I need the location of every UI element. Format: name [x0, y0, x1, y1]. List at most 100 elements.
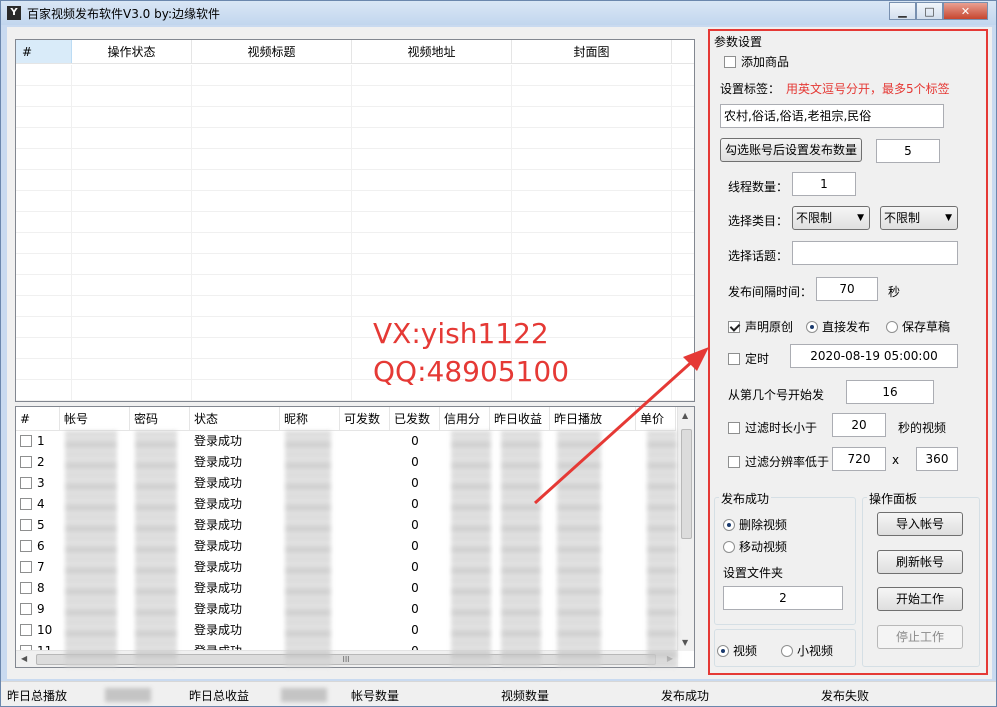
status-yesterday-income: 昨日总收益 — [189, 689, 250, 703]
row-status: 登录成功 — [194, 581, 243, 595]
timer-datetime-input[interactable]: 2020-08-19 05:00:00 — [790, 344, 958, 368]
original-checkbox[interactable]: 声明原创 — [728, 318, 793, 335]
column-header-index[interactable]: # — [16, 407, 60, 430]
close-button[interactable]: ✕ — [943, 2, 988, 20]
scroll-down-arrow-icon[interactable]: ▼ — [682, 638, 688, 647]
row-index-cell[interactable]: 5 — [16, 515, 60, 536]
row-checkbox-icon[interactable] — [20, 582, 32, 594]
add-goods-checkbox[interactable]: 添加商品 — [724, 53, 789, 70]
column-header-password[interactable]: 密码 — [130, 407, 190, 430]
interval-input[interactable]: 70 — [816, 277, 878, 301]
filter-duration-checkbox[interactable]: 过滤时长小于 — [728, 419, 817, 436]
filter-duration-input[interactable]: 20 — [832, 413, 886, 437]
category-label: 选择类目： — [728, 214, 789, 228]
video-list-header: # 操作状态 视频标题 视频地址 封面图 — [16, 40, 694, 64]
radio-icon — [723, 541, 735, 553]
maximize-button[interactable]: □ — [916, 2, 943, 20]
filter-resolution-checkbox[interactable]: 过滤分辨率低于 — [728, 453, 829, 470]
category-select-1[interactable]: 不限制 ▼ — [792, 206, 870, 230]
delete-video-label: 删除视频 — [739, 518, 788, 532]
row-index-cell[interactable]: 1 — [16, 431, 60, 452]
resolution-height-input[interactable]: 360 — [916, 447, 958, 471]
row-index-cell[interactable]: 10 — [16, 620, 60, 641]
redacted-income-value — [281, 688, 327, 702]
column-header-index[interactable]: # — [16, 40, 72, 63]
radio-selected-icon — [723, 519, 735, 531]
main-window: Y 百家视频发布软件V3.0 by:边缘软件 ▁ □ ✕ # 操作状态 视频标题… — [0, 0, 997, 707]
minimize-button[interactable]: ▁ — [889, 2, 916, 20]
row-sent: 0 — [411, 455, 419, 469]
start-from-input[interactable]: 16 — [846, 380, 934, 404]
save-draft-radio[interactable]: 保存草稿 — [886, 318, 950, 335]
folder-input[interactable]: 2 — [723, 586, 843, 610]
publish-count-input[interactable]: 5 — [876, 139, 940, 163]
row-index-cell[interactable]: 4 — [16, 494, 60, 515]
row-checkbox-icon[interactable] — [20, 561, 32, 573]
start-work-button[interactable]: 开始工作 — [877, 587, 963, 611]
row-index-cell[interactable]: 3 — [16, 473, 60, 494]
column-header-account[interactable]: 帐号 — [60, 407, 130, 430]
row-index-cell[interactable]: 2 — [16, 452, 60, 473]
column-header-credit[interactable]: 信用分 — [440, 407, 490, 430]
redacted-password-column — [135, 431, 177, 667]
row-checkbox-icon[interactable] — [20, 435, 32, 447]
tags-label: 设置标签： — [720, 82, 781, 96]
row-index: 2 — [37, 455, 45, 469]
column-header-sent[interactable]: 已发数 — [390, 407, 440, 430]
row-available — [340, 452, 390, 473]
column-header-op-status[interactable]: 操作状态 — [72, 40, 192, 63]
row-index: 10 — [37, 623, 53, 637]
checkbox-checked-icon — [728, 321, 740, 333]
status-video-count: 视频数量 — [501, 689, 550, 703]
column-header-available[interactable]: 可发数 — [340, 407, 390, 430]
small-video-radio[interactable]: 小视频 — [781, 642, 833, 659]
row-status: 登录成功 — [194, 623, 243, 637]
timer-checkbox[interactable]: 定时 — [728, 350, 769, 367]
stop-work-button[interactable]: 停止工作 — [877, 625, 963, 649]
import-accounts-button[interactable]: 导入帐号 — [877, 512, 963, 536]
row-index-cell[interactable]: 8 — [16, 578, 60, 599]
row-checkbox-icon[interactable] — [20, 456, 32, 468]
status-publish-fail: 发布失败 — [821, 689, 870, 703]
row-checkbox-icon[interactable] — [20, 603, 32, 615]
radio-selected-icon — [806, 321, 818, 333]
threads-label: 线程数量： — [728, 180, 789, 194]
column-header-cover[interactable]: 封面图 — [512, 40, 672, 63]
column-header-nickname[interactable]: 昵称 — [280, 407, 340, 430]
params-group-title: 参数设置 — [714, 35, 763, 49]
refresh-accounts-button[interactable]: 刷新帐号 — [877, 550, 963, 574]
set-publish-count-button[interactable]: 勾选账号后设置发布数量 — [720, 138, 862, 162]
title-bar[interactable]: Y 百家视频发布软件V3.0 by:边缘软件 ▁ □ ✕ — [1, 1, 996, 25]
row-index-cell[interactable]: 7 — [16, 557, 60, 578]
resolution-width-input[interactable]: 720 — [832, 447, 886, 471]
column-header-status[interactable]: 状态 — [190, 407, 280, 430]
red-arrow-icon — [533, 347, 709, 505]
move-video-radio[interactable]: 移动视频 — [723, 538, 787, 555]
tags-input[interactable]: 农村,俗话,俗语,老祖宗,民俗 — [720, 104, 944, 128]
video-radio[interactable]: 视频 — [717, 642, 757, 659]
scroll-left-arrow-icon[interactable]: ◀ — [21, 654, 27, 663]
publish-success-title: 发布成功 — [719, 490, 772, 507]
row-checkbox-icon[interactable] — [20, 498, 32, 510]
row-sent: 0 — [411, 434, 419, 448]
column-header-video-title[interactable]: 视频标题 — [192, 40, 352, 63]
row-checkbox-icon[interactable] — [20, 624, 32, 636]
column-header-video-url[interactable]: 视频地址 — [352, 40, 512, 63]
category-select-2[interactable]: 不限制 ▼ — [880, 206, 958, 230]
row-index-cell[interactable]: 6 — [16, 536, 60, 557]
threads-input[interactable]: 1 — [792, 172, 856, 196]
row-checkbox-icon[interactable] — [20, 540, 32, 552]
row-index-cell[interactable]: 9 — [16, 599, 60, 620]
category-select-2-value: 不限制 — [884, 211, 921, 225]
row-checkbox-icon[interactable] — [20, 519, 32, 531]
topic-input[interactable] — [792, 241, 958, 265]
row-checkbox-icon[interactable] — [20, 477, 32, 489]
operations-group: 操作面板 导入帐号 刷新帐号 开始工作 停止工作 — [862, 490, 980, 667]
direct-publish-radio[interactable]: 直接发布 — [806, 318, 870, 335]
timer-label: 定时 — [745, 352, 770, 366]
row-available — [340, 620, 390, 641]
filter-resolution-label: 过滤分辨率低于 — [745, 455, 830, 469]
delete-video-radio[interactable]: 删除视频 — [723, 516, 787, 533]
small-video-label: 小视频 — [797, 644, 834, 658]
row-status: 登录成功 — [194, 476, 243, 490]
